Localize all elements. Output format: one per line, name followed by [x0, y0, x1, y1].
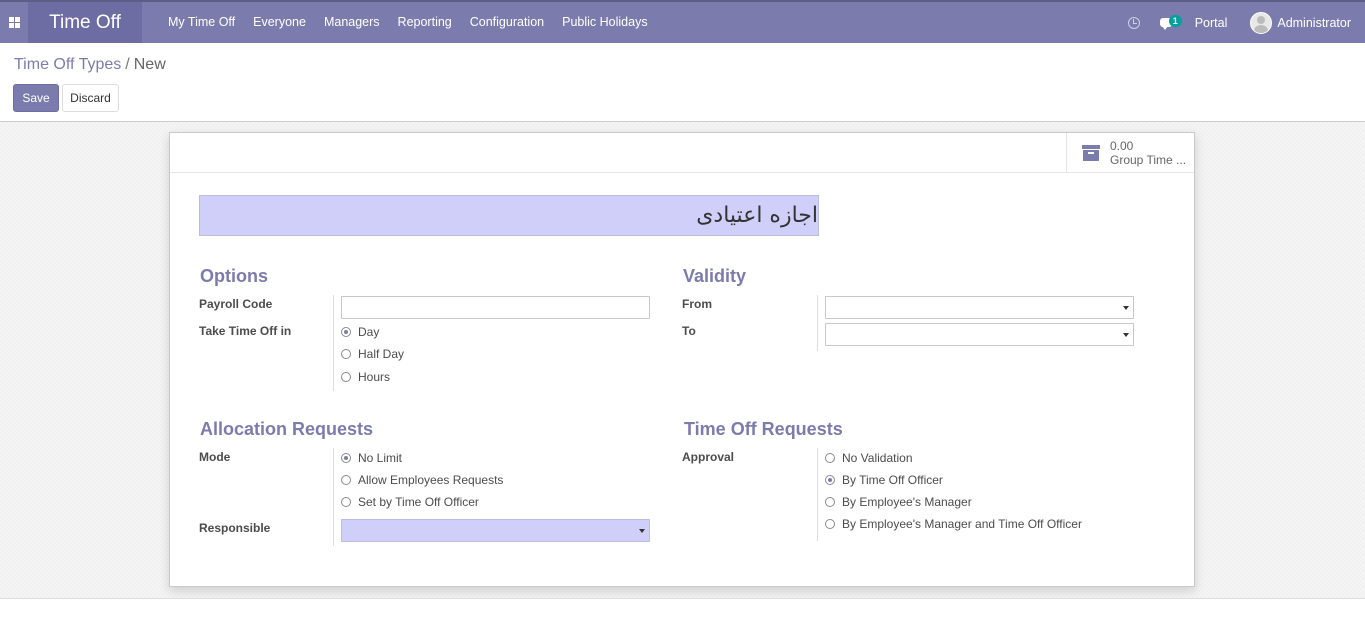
- group-time-off-stat-button[interactable]: 0.00 Group Time ...: [1066, 133, 1194, 173]
- radio-unit-half-day[interactable]: Half Day: [341, 347, 404, 361]
- validity-to-date-input[interactable]: [825, 323, 1134, 346]
- allocation-divider: [333, 448, 334, 546]
- menu-managers[interactable]: Managers: [315, 2, 389, 43]
- radio-mode-employee-requests[interactable]: Allow Employees Requests: [341, 473, 503, 487]
- radio-label: Hours: [358, 370, 391, 384]
- radio-dot: [341, 497, 351, 507]
- breadcrumb-separator: /: [125, 56, 130, 73]
- radio-dot: [825, 497, 835, 507]
- portal-link[interactable]: Portal: [1195, 16, 1228, 30]
- stat-value: 0.00: [1110, 139, 1134, 153]
- payroll-code-input[interactable]: [341, 296, 650, 319]
- allocation-group-title: Allocation Requests: [200, 419, 374, 439]
- radio-mode-officer[interactable]: Set by Time Off Officer: [341, 495, 479, 509]
- radio-label: Half Day: [358, 347, 405, 361]
- radio-label: By Time Off Officer: [842, 473, 943, 487]
- systray: 1 Portal Administrator: [1127, 2, 1365, 43]
- radio-approval-time-off-officer[interactable]: By Time Off Officer: [825, 473, 943, 487]
- validity-from-label: From: [682, 297, 712, 311]
- validity-group-title: Validity: [683, 266, 747, 286]
- dropdown-caret-icon: [639, 529, 645, 533]
- breadcrumb-time-off-types[interactable]: Time Off Types: [14, 56, 121, 73]
- menu-my-time-off[interactable]: My Time Off: [159, 2, 244, 43]
- radio-dot: [341, 453, 351, 463]
- radio-dot: [341, 475, 351, 485]
- radio-approval-both[interactable]: By Employee's Manager and Time Off Offic…: [825, 517, 1082, 531]
- archive-icon: [1082, 144, 1100, 162]
- dropdown-caret-icon: [1123, 333, 1129, 337]
- radio-label: Set by Time Off Officer: [358, 495, 479, 509]
- time-off-requests-group-title: Time Off Requests: [684, 419, 843, 439]
- name-input[interactable]: اجازه اعتیادی: [199, 195, 819, 236]
- menu-reporting[interactable]: Reporting: [389, 2, 461, 43]
- user-menu[interactable]: Administrator: [1277, 16, 1351, 30]
- radio-label: No Limit: [358, 451, 403, 465]
- stat-label: Group Time ...: [1110, 153, 1187, 167]
- dropdown-caret-icon: [1123, 306, 1129, 310]
- radio-dot: [825, 475, 835, 485]
- take-time-off-label: Take Time Off in: [199, 324, 292, 338]
- user-avatar[interactable]: [1250, 11, 1273, 34]
- apps-grid-icon: [8, 17, 20, 28]
- activity-clock-icon[interactable]: [1127, 16, 1140, 29]
- approval-divider: [817, 448, 818, 541]
- apps-menu-button[interactable]: [0, 2, 28, 43]
- messaging-menu[interactable]: 1: [1159, 2, 1182, 43]
- form-sheet: 0.00 Group Time ... اجازه اعتیادی Option…: [169, 132, 1195, 587]
- app-title[interactable]: Time Off: [28, 2, 142, 43]
- radio-approval-no-validation[interactable]: No Validation: [825, 451, 913, 465]
- menu-configuration[interactable]: Configuration: [461, 2, 553, 43]
- radio-dot: [825, 453, 835, 463]
- radio-label: By Employee's Manager and Time Off Offic…: [842, 517, 1082, 531]
- menu-everyone[interactable]: Everyone: [244, 2, 315, 43]
- mode-label: Mode: [199, 450, 231, 464]
- form-view-background: 0.00 Group Time ... اجازه اعتیادی Option…: [0, 122, 1365, 598]
- button-box: 0.00 Group Time ...: [170, 133, 1194, 173]
- menu-public-holidays[interactable]: Public Holidays: [553, 2, 656, 43]
- control-panel: Time Off Types / New Save Discard: [0, 43, 1365, 122]
- validity-to-label: To: [682, 324, 696, 338]
- stat-text: 0.00 Group Time ...: [1110, 139, 1186, 167]
- validity-divider: [817, 295, 818, 351]
- responsible-label: Responsible: [199, 521, 271, 535]
- notification-badge: 1: [1168, 15, 1182, 27]
- radio-dot: [825, 519, 835, 529]
- radio-unit-hours[interactable]: Hours: [341, 370, 390, 384]
- discard-button[interactable]: Discard: [62, 84, 119, 112]
- radio-unit-day[interactable]: Day: [341, 325, 379, 339]
- radio-label: Allow Employees Requests: [358, 473, 504, 487]
- validity-from-date-input[interactable]: [825, 296, 1134, 319]
- radio-mode-no-limit[interactable]: No Limit: [341, 451, 402, 465]
- options-divider: [333, 295, 334, 391]
- chatter-area: [0, 598, 1365, 639]
- radio-approval-manager[interactable]: By Employee's Manager: [825, 495, 972, 509]
- breadcrumb-current: New: [133, 56, 166, 73]
- options-group-title: Options: [200, 266, 268, 286]
- radio-label: Day: [358, 325, 380, 339]
- radio-dot: [341, 327, 351, 337]
- main-menu: My Time Off Everyone Managers Reporting …: [159, 2, 657, 43]
- radio-label: No Validation: [842, 451, 913, 465]
- payroll-code-label: Payroll Code: [199, 297, 273, 311]
- radio-dot: [341, 349, 351, 359]
- radio-dot: [341, 372, 351, 382]
- responsible-select[interactable]: [341, 519, 650, 542]
- top-navbar: Time Off My Time Off Everyone Managers R…: [0, 0, 1365, 43]
- approval-label: Approval: [682, 450, 735, 464]
- radio-label: By Employee's Manager: [842, 495, 972, 509]
- breadcrumb: Time Off Types / New: [14, 56, 166, 74]
- save-button[interactable]: Save: [13, 84, 59, 112]
